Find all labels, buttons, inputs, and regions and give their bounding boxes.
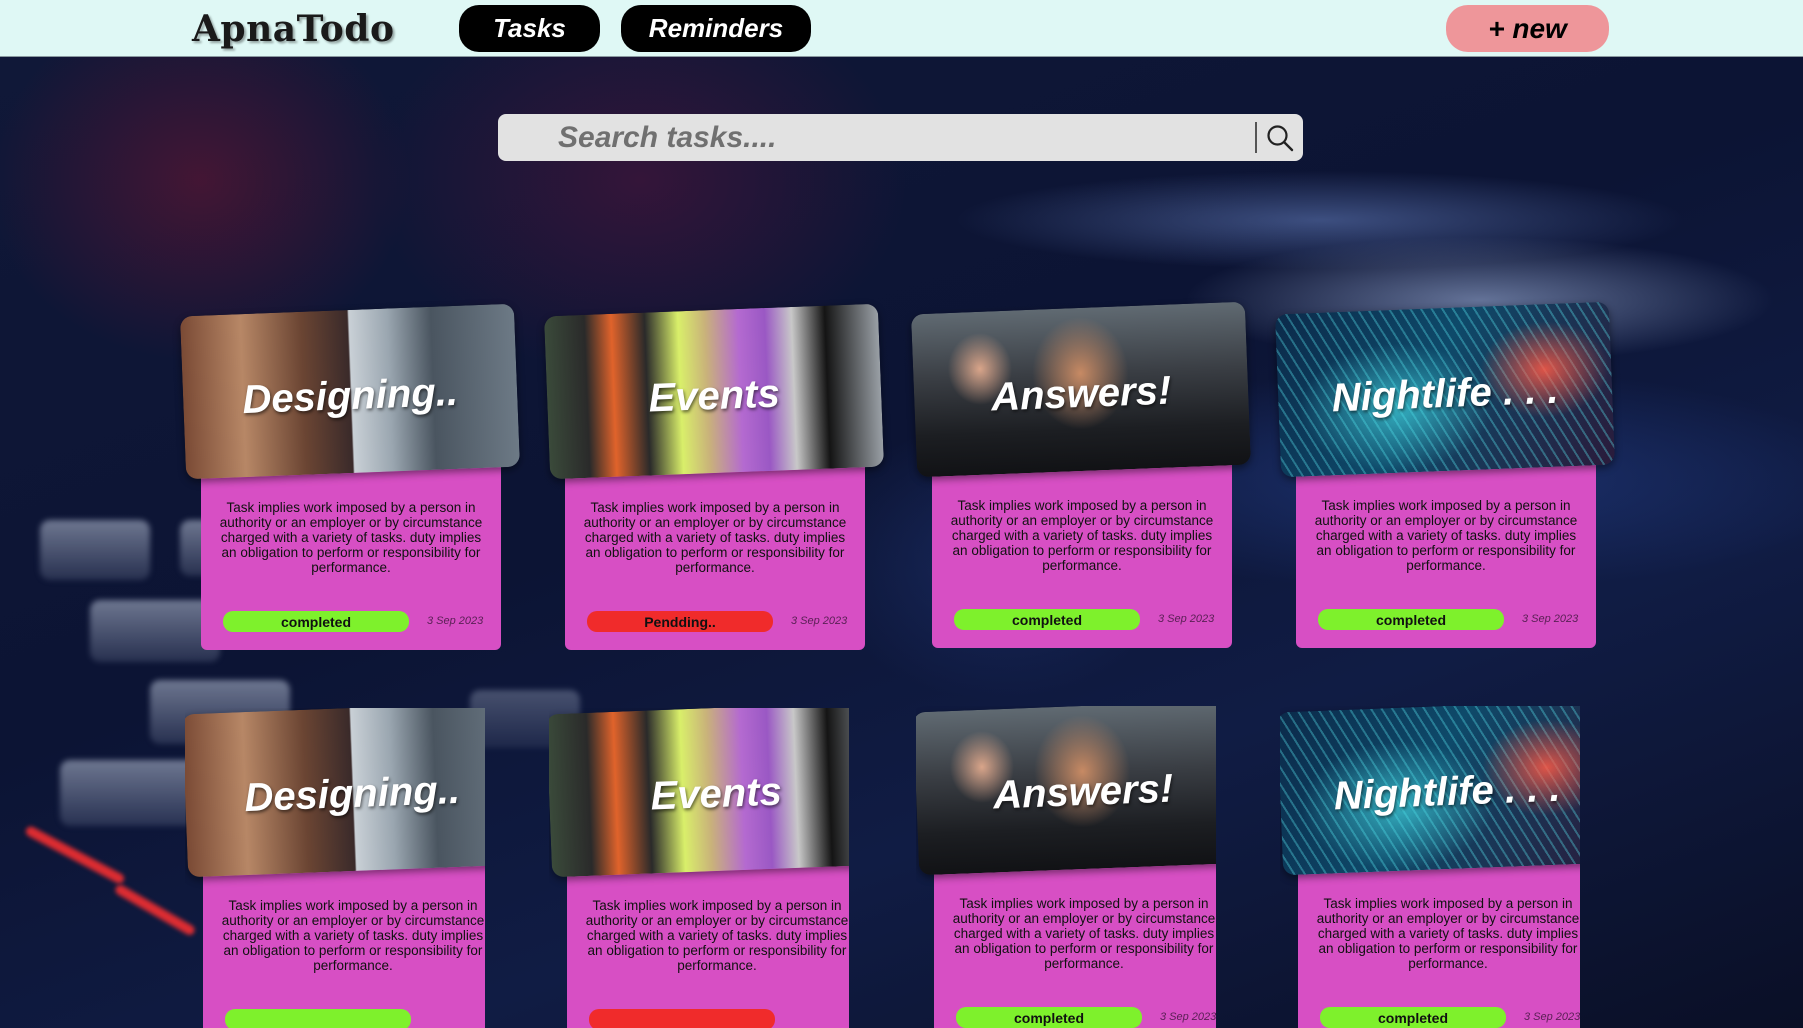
status-badge — [589, 1009, 775, 1028]
card-description: Task implies work imposed by a person in… — [952, 896, 1216, 971]
task-card[interactable]: Task implies work imposed by a person in… — [910, 301, 1252, 688]
status-badge: completed — [1320, 1007, 1506, 1028]
card-description: Task implies work imposed by a person in… — [583, 500, 847, 575]
card-description: Task implies work imposed by a person in… — [219, 500, 483, 575]
app-logo[interactable]: ApnaTodo — [192, 8, 394, 50]
status-badge: Pendding.. — [587, 611, 773, 632]
card-body: Task implies work imposed by a person in… — [1298, 846, 1580, 1028]
card-image: Nightlife . . . — [1280, 706, 1580, 876]
search-divider — [1255, 122, 1257, 153]
task-card[interactable]: Task implies work imposed by a person in… — [549, 708, 849, 1028]
task-card[interactable]: Task implies work imposed by a person in… — [543, 303, 885, 690]
card-description: Task implies work imposed by a person in… — [221, 898, 485, 973]
card-title: Designing.. — [241, 369, 459, 423]
card-date: 3 Sep 2023 — [1160, 1011, 1216, 1023]
card-image: Answers! — [916, 706, 1216, 876]
card-date: 3 Sep 2023 — [1522, 613, 1579, 625]
top-nav-bar: ApnaTodo Tasks Reminders + new — [0, 0, 1803, 57]
card-description: Task implies work imposed by a person in… — [950, 498, 1214, 573]
status-badge: completed — [956, 1007, 1142, 1028]
card-title: Answers! — [992, 766, 1174, 818]
card-description: Task implies work imposed by a person in… — [1314, 498, 1578, 573]
card-image: Designing.. — [179, 303, 521, 480]
card-body: Task implies work imposed by a person in… — [932, 448, 1232, 648]
reminders-tab-button[interactable]: Reminders — [621, 5, 811, 52]
card-date: 3 Sep 2023 — [427, 615, 484, 627]
card-body: Task implies work imposed by a person in… — [201, 450, 501, 650]
card-title: Designing.. — [243, 767, 461, 821]
task-card[interactable]: Task implies work imposed by a person in… — [1274, 301, 1616, 688]
status-badge — [225, 1009, 411, 1028]
task-card[interactable]: Task implies work imposed by a person in… — [1280, 706, 1580, 1028]
status-badge: completed — [223, 611, 409, 632]
card-body: Task implies work imposed by a person in… — [565, 450, 865, 650]
task-card[interactable]: Task implies work imposed by a person in… — [185, 708, 485, 1028]
card-date: 3 Sep 2023 — [1524, 1011, 1580, 1023]
card-image: Answers! — [910, 301, 1252, 478]
card-title: Events — [649, 769, 783, 819]
card-body: Task implies work imposed by a person in… — [1296, 448, 1596, 648]
card-body: Task implies work imposed by a person in… — [934, 846, 1216, 1028]
card-date: 3 Sep 2023 — [1158, 613, 1215, 625]
card-image: Events — [543, 303, 885, 480]
card-title: Nightlife . . . — [1331, 367, 1560, 421]
card-image: Nightlife . . . — [1274, 301, 1616, 478]
search-icon[interactable] — [1263, 121, 1297, 155]
task-card[interactable]: Task implies work imposed by a person in… — [179, 303, 521, 690]
search-bar — [498, 114, 1303, 161]
card-title: Answers! — [990, 368, 1172, 420]
card-title: Nightlife . . . — [1333, 765, 1562, 819]
task-card[interactable]: Task implies work imposed by a person in… — [916, 706, 1216, 1028]
status-badge: completed — [954, 609, 1140, 630]
new-task-button[interactable]: + new — [1446, 5, 1609, 52]
card-date: 3 Sep 2023 — [791, 615, 848, 627]
card-title: Events — [647, 371, 781, 421]
card-image: Designing.. — [185, 708, 485, 878]
card-description: Task implies work imposed by a person in… — [1316, 896, 1580, 971]
status-badge: completed — [1318, 609, 1504, 630]
card-image: Events — [549, 708, 849, 878]
card-description: Task implies work imposed by a person in… — [585, 898, 849, 973]
search-input[interactable] — [558, 114, 1218, 161]
tasks-tab-button[interactable]: Tasks — [459, 5, 600, 52]
